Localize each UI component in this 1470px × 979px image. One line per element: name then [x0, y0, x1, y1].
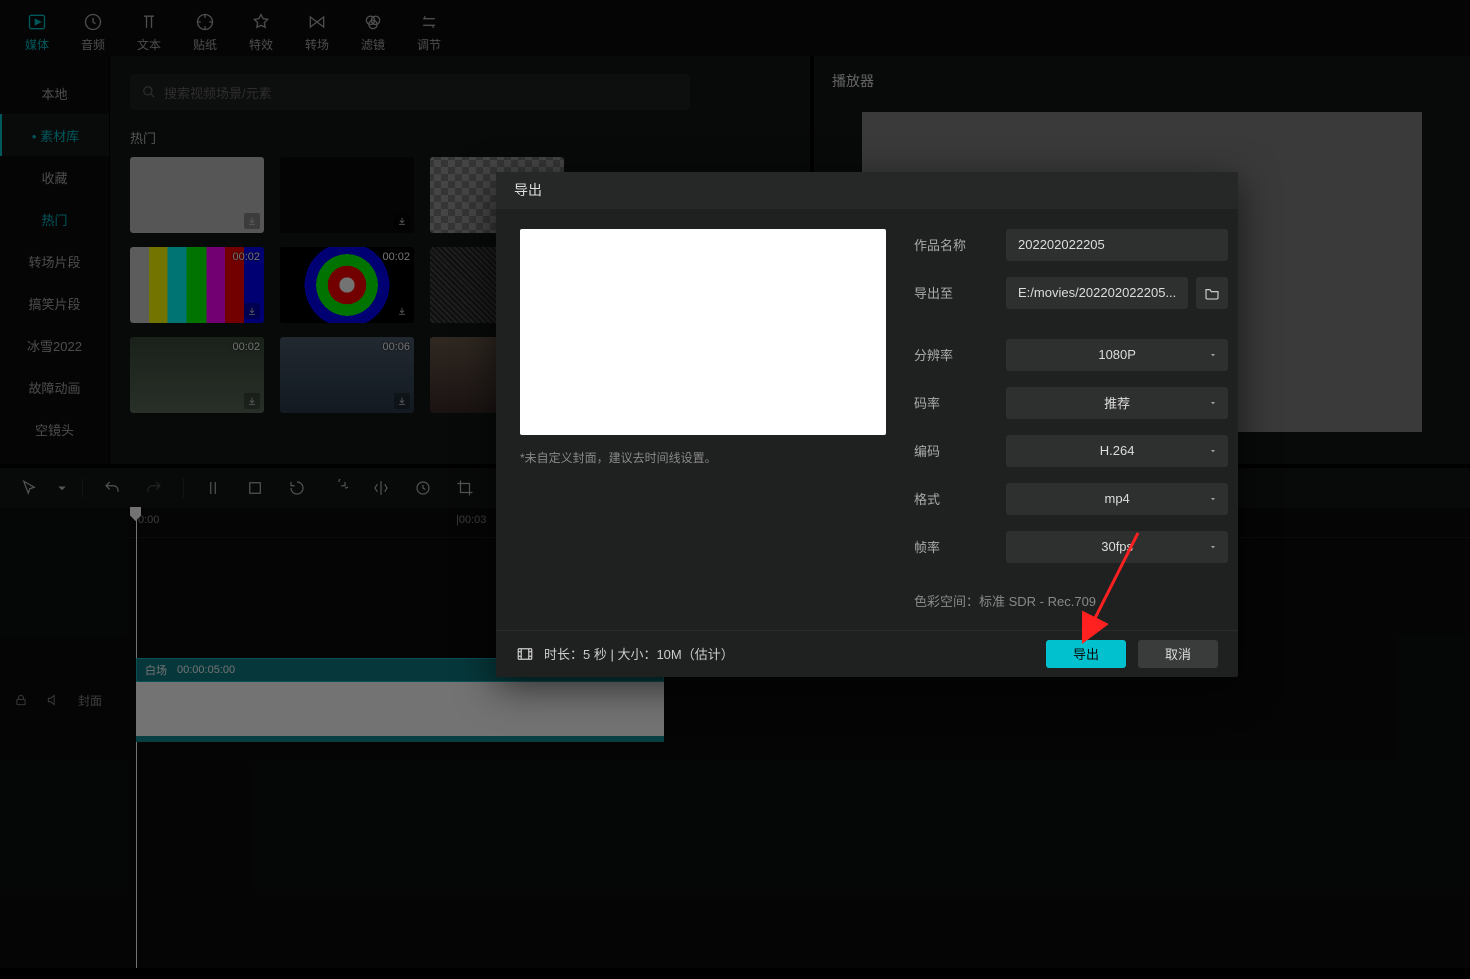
export-meta: 时长：5 秒 | 大小：10M（估计）: [544, 644, 734, 663]
resolution-select[interactable]: 1080P: [1006, 339, 1228, 371]
cancel-button[interactable]: 取消: [1138, 640, 1218, 668]
dialog-title: 导出: [496, 172, 1238, 209]
format-select[interactable]: mp4: [1006, 483, 1228, 515]
export-path-display[interactable]: E:/movies/202202022205...: [1006, 277, 1188, 309]
field-label-format: 格式: [914, 489, 986, 508]
browse-folder-button[interactable]: [1196, 277, 1228, 309]
chevron-down-icon: [1208, 494, 1218, 504]
export-preview: [520, 229, 886, 435]
project-name-input[interactable]: [1006, 229, 1228, 261]
field-label-resolution: 分辨率: [914, 345, 986, 364]
film-icon: [516, 645, 534, 663]
export-button[interactable]: 导出: [1046, 640, 1126, 668]
export-dialog: 导出 *未自定义封面，建议去时间线设置。 作品名称 导出至 E:/movies/…: [496, 172, 1238, 677]
codec-select[interactable]: H.264: [1006, 435, 1228, 467]
bitrate-select[interactable]: 推荐: [1006, 387, 1228, 419]
chevron-down-icon: [1208, 446, 1218, 456]
field-label-fps: 帧率: [914, 537, 986, 556]
field-label-name: 作品名称: [914, 235, 986, 254]
field-label-bitrate: 码率: [914, 393, 986, 412]
chevron-down-icon: [1208, 350, 1218, 360]
chevron-down-icon: [1208, 542, 1218, 552]
chevron-down-icon: [1208, 398, 1218, 408]
preview-note: *未自定义封面，建议去时间线设置。: [520, 449, 886, 466]
folder-icon: [1204, 285, 1220, 301]
field-label-codec: 编码: [914, 441, 986, 460]
field-label-path: 导出至: [914, 283, 986, 302]
color-space-info: 色彩空间：标准 SDR - Rec.709: [914, 591, 1228, 610]
fps-select[interactable]: 30fps: [1006, 531, 1228, 563]
